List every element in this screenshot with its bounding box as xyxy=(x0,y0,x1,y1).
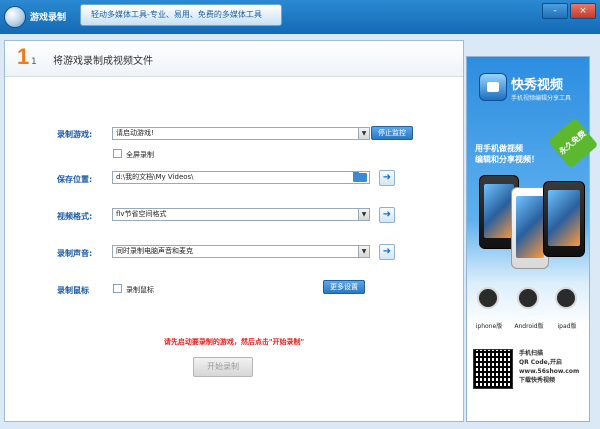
promo-tagline-2: 编辑和分享视频！ xyxy=(475,155,539,164)
iphone-label: iphone版 xyxy=(475,323,503,330)
step-number: 1 xyxy=(17,44,30,69)
video-format-value: flv节省空间格式 xyxy=(116,210,167,218)
chevron-down-icon[interactable]: ▼ xyxy=(358,246,369,257)
promo-subtitle: 手机视频编辑分享工具 xyxy=(511,95,572,102)
tablet-image xyxy=(543,181,585,257)
free-ribbon: 永久免费 xyxy=(547,117,599,169)
android-label: Android版 xyxy=(514,323,544,330)
promo-panel[interactable]: 快秀视频 手机视频编辑分享工具 永久免费 用手机做视频 编辑和分享视频！ iph… xyxy=(466,56,599,422)
fullscreen-label: 全屏录制 xyxy=(126,151,154,159)
apple-icon[interactable] xyxy=(477,287,499,309)
step-header: 1 1 将游戏录制成视频文件 xyxy=(5,41,463,77)
record-mouse-checkbox[interactable] xyxy=(113,284,122,293)
start-record-button[interactable]: 开始录制 xyxy=(193,357,253,377)
chevron-down-icon[interactable]: ▼ xyxy=(358,128,369,139)
save-location-input[interactable]: d:\我的文档\My Videos\ xyxy=(112,171,370,184)
record-mouse-checkbox-label: 录制鼠标 xyxy=(126,286,154,294)
promo-tagline-1: 用手机做视频 xyxy=(475,144,523,153)
qr-line-3: www.56show.com xyxy=(519,368,580,375)
minimize-button[interactable]: - xyxy=(542,3,568,19)
ipad-label: ipad版 xyxy=(557,323,577,330)
main-panel: 1 1 将游戏录制成视频文件 录制游戏: 请启动游戏! ▼ 停止监控 全屏录制 … xyxy=(4,40,464,422)
qr-line-4: 下载快秀视频 xyxy=(519,377,556,384)
audio-select[interactable]: 同时录制电脑声音和麦克 ▼ xyxy=(112,245,370,258)
hint-text: 请先启动要录制的游戏，然后点击"开始录制" xyxy=(163,338,305,346)
ipad-icon[interactable] xyxy=(555,287,577,309)
app-title: 游戏录制 xyxy=(30,13,67,23)
phone-screen xyxy=(516,196,544,258)
tablet-screen xyxy=(548,190,580,246)
qr-line-1: 手机扫描 xyxy=(519,350,544,357)
video-app-logo-icon xyxy=(479,73,507,101)
android-icon[interactable] xyxy=(517,287,539,309)
qr-text: 手机扫描 QR Code,开启 www.56show.com 下载快秀视频 xyxy=(519,349,589,385)
game-label: 录制游戏: xyxy=(57,130,93,139)
audio-go-button[interactable]: ➜ xyxy=(379,244,395,260)
slogan-tab: 轻动多媒体工具-专业、易用、免费的多媒体工具 xyxy=(80,4,282,26)
step-title: 将游戏录制成视频文件 xyxy=(53,56,153,67)
promo-tagline: 用手机做视频 编辑和分享视频！ xyxy=(475,143,555,165)
game-select[interactable]: 请启动游戏! ▼ xyxy=(112,127,370,140)
qr-code-image xyxy=(473,349,513,389)
save-location-label: 保存位置: xyxy=(57,175,93,184)
promo-brand: 快秀视频 xyxy=(511,78,564,93)
record-mouse-label: 录制鼠标 xyxy=(57,286,89,295)
qr-line-2: QR Code,开启 xyxy=(519,359,562,366)
folder-icon[interactable] xyxy=(353,172,367,182)
window-controls: - × xyxy=(542,3,596,19)
step-total: 1 xyxy=(31,57,37,67)
video-format-select[interactable]: flv节省空间格式 ▼ xyxy=(112,208,370,221)
chevron-down-icon[interactable]: ▼ xyxy=(358,209,369,220)
video-format-go-button[interactable]: ➜ xyxy=(379,207,395,223)
more-settings-button[interactable]: 更多设置 xyxy=(323,280,365,294)
stop-monitor-button[interactable]: 停止监控 xyxy=(371,126,413,140)
app-logo-icon xyxy=(4,6,26,28)
title-bar: 游戏录制 轻动多媒体工具-专业、易用、免费的多媒体工具 - × xyxy=(0,0,600,34)
close-button[interactable]: × xyxy=(570,3,596,19)
save-location-go-button[interactable]: ➜ xyxy=(379,170,395,186)
fullscreen-checkbox[interactable] xyxy=(113,149,122,158)
phone-screen xyxy=(484,184,514,238)
audio-value: 同时录制电脑声音和麦克 xyxy=(116,247,193,255)
save-location-value: d:\我的文档\My Videos\ xyxy=(116,173,194,181)
video-format-label: 视频格式: xyxy=(57,212,93,221)
audio-label: 录制声音: xyxy=(57,249,93,258)
game-select-value: 请启动游戏! xyxy=(116,129,154,137)
